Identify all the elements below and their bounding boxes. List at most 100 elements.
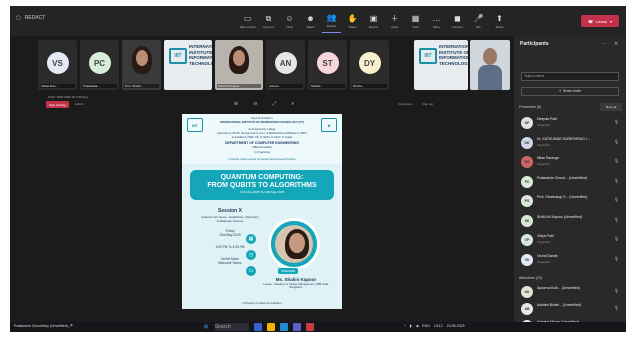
more-button[interactable]: … More [427,9,446,33]
avatar: DP [521,117,533,129]
leave-button[interactable]: ☎ Leave ▾ [581,15,619,27]
participant-list-item[interactable]: SK SHALINI Kapoor (Unverified) 🎙 [521,214,621,228]
poster-title-box: QUANTUM COMPUTING: FROM QUBITS TO ALGORI… [190,170,334,200]
taskview-icon[interactable] [254,323,262,331]
participant-face [233,50,245,66]
view-icon: ▦ [411,13,420,23]
avatar: PC [521,175,533,188]
full-screen-button[interactable]: Full screen [398,102,413,106]
mic-muted-icon: 🎙 [613,158,619,163]
window-icon: ▢ [16,15,21,21]
speaker-photo [268,218,320,270]
participant-tile[interactable]: AN Ashwin... [266,40,305,90]
share-button[interactable]: ⬆ Share [490,9,509,33]
more-label: More [433,24,440,29]
institute-logo: IIITINTERNATIONAL INSTITUTE OF INFORMATI… [164,40,212,90]
participant-list-item[interactable]: NS Nilan Sarange Organizer 🎙 [521,155,621,169]
people-button[interactable]: 👥 People [322,9,341,33]
calendar-icon: ▦ [246,234,256,244]
participant-list-item[interactable]: VP Vidya Patil Organizer 🎙 [521,233,621,247]
avatar: NS [521,156,533,168]
stage-controls: ⊕ ⊖ ⤢ ⏸ [234,101,294,107]
participant-tile[interactable]: SHALINI Kapoo... [215,40,263,90]
participant-list-item[interactable]: PC Pratasdula Choud... (Unverified) 🎙 [521,175,621,189]
participant-tile[interactable]: VS Vishal Dan... [38,40,77,90]
chevron-down-icon[interactable]: ▾ [610,19,612,24]
participant-list-item[interactable]: VD Vishal Dande Organizer 🎙 [521,253,621,267]
windows-start-icon[interactable]: ⊞ [202,323,210,331]
clock-date[interactable]: 23-05-2025 [447,324,465,328]
avatar: AK [521,286,533,298]
view-label: View [412,24,419,29]
attendees-header[interactable]: Attendees (23) [519,276,542,280]
participant-tile[interactable]: Prof. Shubh... [122,40,161,90]
participant-role: Organizer [537,259,551,264]
poster-line: In Organising [254,151,270,154]
fit-icon[interactable]: ⤢ [272,101,276,107]
participant-list-item[interactable]: PS Prof. Shubhangi S... (Unverified) 🎙 [521,194,621,208]
apps-label: Apps [391,24,398,29]
avatar: VS [46,52,69,74]
teams-icon[interactable] [293,323,301,331]
participant-list-item[interactable]: DK Dr. KATKUMAR SURESHRAO L... Organizer 🎙 [521,136,621,150]
stop-sharing-button[interactable]: Stop sharing [46,101,69,108]
toolbar-buttons: ▭ Take control ⧉ Pop out ☺ Chat ☻ React 👥 People ✋… [238,9,509,33]
edge-icon[interactable] [280,323,288,331]
chevron-up-icon[interactable]: ^ [404,324,406,328]
mic-button[interactable]: 🎤 Mic [469,9,488,33]
participant-list-item[interactable]: DP Deepak Patil Organizer 🎙 [521,116,621,130]
meeting-title: ▢ REDACT [16,15,46,21]
camera-button[interactable]: ◼ Camera [448,9,467,33]
rooms-button[interactable]: ▣ Rooms [364,9,383,33]
participant-tile[interactable]: IIITINTERNATIONAL INSTITUTE OF INFORMATI… [164,40,212,90]
speaker-info: Ms. Shalini Kapoor Leader - Ideathon & C… [262,277,330,290]
session-topic: Quantum for Good - Healthcare, Chemistry… [201,215,259,223]
language-indicator[interactable]: ENG [422,324,430,328]
raise-button[interactable]: ✋ Raise [343,9,362,33]
share-label: Share [495,24,504,29]
more-options-icon[interactable]: ⋯ [602,41,607,47]
take-control-icon: ▭ [243,13,252,23]
meeting-toolbar: ▢ REDACT ▭ Take control ⧉ Pop out ☺ Chat ☻ Reac… [10,6,626,36]
participant-tile[interactable]: ST Sthesh... [308,40,347,90]
poster-line: Accredited by NBA: CE, IT, E&TC & NAAC '… [231,136,293,139]
mute-all-button[interactable]: Mute all [600,103,622,111]
poster-line: A Special Guest Lecture on Faculty Devel… [228,158,296,161]
share-invite-button[interactable]: ⇪ Share invite [521,87,619,96]
app-icon[interactable] [306,323,314,331]
taskbar-search-input[interactable]: ⌕ Search [215,323,249,331]
react-button[interactable]: ☻ React [301,9,320,33]
pop-out-button[interactable]: ⧉ Pop out [259,9,278,33]
explorer-icon[interactable] [267,323,275,331]
participant-tile-logo-right[interactable]: IIIT INTERNATIONAL INSTITUTE OF INFORMAT… [414,40,468,90]
system-tray: ^ ▮ ◀ ENG 15:12 23-05-2025 [404,324,465,328]
search-participants-input[interactable]: Type a name [521,72,619,81]
participant-tile-man[interactable] [470,40,510,90]
apps-button[interactable]: ＋ Apps [385,9,404,33]
participant-name: Ashwin... [268,84,303,88]
pop-out-button[interactable]: Pop out [423,102,433,106]
participant-list-item[interactable]: AB Ashwini Bhale... (Unverified) 🎙 [521,302,621,316]
participant-tile[interactable]: DY Dhuha... [350,40,389,90]
mic-muted-icon: 🎙 [613,177,619,183]
sharing-user-label: Pratasdula Choudhary (Unverified) 🎤 [14,324,74,328]
chat-button[interactable]: ☺ Chat [280,9,299,33]
participant-list-item[interactable]: AK Apoorva Kulk... (Unverified) 🎙 [521,285,621,299]
more-icon: … [432,13,441,23]
presenters-header[interactable]: Presenters (8) [519,105,541,109]
view-button[interactable]: ▦ View [406,9,425,33]
pause-icon[interactable]: ⏸ [291,101,294,107]
stage-controls-right: Full screen Pop out [398,102,433,106]
zoom-in-icon[interactable]: ⊕ [234,101,238,107]
zoom-out-icon[interactable]: ⊖ [253,101,257,107]
take-control-button[interactable]: ▭ Take control [238,9,257,33]
speaker-icon[interactable]: ◀ [416,324,419,328]
participant-name: Sthesh... [310,84,345,88]
raise-label: Raise [348,24,357,29]
close-icon[interactable]: ✕ [614,41,618,47]
clock-time[interactable]: 15:12 [434,324,443,328]
poster-title-1: QUANTUM COMPUTING: [220,174,304,181]
pop-out-label: Pop out [263,24,274,29]
camera-icon: ◼ [454,13,461,23]
participant-tile[interactable]: PC Pratasdula... [80,40,119,90]
